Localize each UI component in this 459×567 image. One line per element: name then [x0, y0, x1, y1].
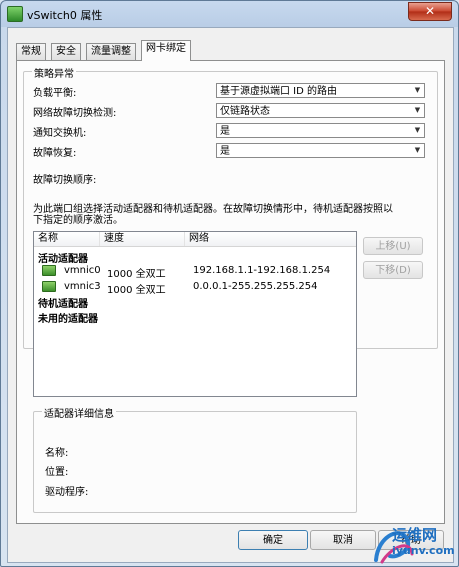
load-balancing-label: 负载平衡: [33, 88, 77, 99]
notify-switches-select[interactable]: 是 ▼ [216, 123, 425, 138]
properties-window: vSwitch0 属性 ✕ 常规 安全 流量调整 网卡绑定 策略异常 负载平衡:… [0, 0, 459, 567]
adapter-network: 0.0.0.1-255.255.255.254 [193, 281, 318, 292]
column-name[interactable]: 名称 [34, 232, 100, 246]
notify-switches-value: 是 [220, 126, 230, 137]
failover-detection-label: 网络故障切换检测: [33, 108, 117, 119]
failover-order-label: 故障切换顺序: [33, 175, 97, 186]
chevron-down-icon: ▼ [414, 106, 421, 114]
tab-panel-nic-teaming: 策略异常 负载平衡: 基于源虚拟端口 ID 的路由 ▼ 网络故障切换检测: 仅链… [16, 60, 445, 524]
nic-icon [42, 265, 56, 276]
failover-detection-select[interactable]: 仅链路状态 ▼ [216, 103, 425, 118]
nic-icon [42, 281, 56, 292]
adapter-network: 192.168.1.1-192.168.1.254 [193, 265, 331, 276]
unused-adapters-header: 未用的适配器 [38, 314, 98, 325]
adapter-name: vmnic3 [64, 281, 101, 292]
tab-traffic-shaping[interactable]: 流量调整 [86, 43, 136, 60]
chevron-down-icon: ▼ [414, 146, 421, 154]
policy-group-title: 策略异常 [32, 65, 76, 80]
detail-name-label: 名称: [45, 448, 69, 459]
adapter-name: vmnic0 [64, 265, 101, 276]
load-balancing-value: 基于源虚拟端口 ID 的路由 [220, 86, 338, 97]
title-bar[interactable]: vSwitch0 属性 ✕ [1, 1, 458, 25]
tab-general[interactable]: 常规 [16, 43, 46, 60]
close-button[interactable]: ✕ [408, 2, 452, 21]
vswitch-icon [7, 6, 23, 22]
notify-switches-label: 通知交换机: [33, 128, 87, 139]
adapter-row[interactable]: vmnic0 1000 全双工 192.168.1.1-192.168.1.25… [34, 264, 356, 280]
active-adapters-header: 活动适配器 [38, 254, 88, 265]
load-balancing-select[interactable]: 基于源虚拟端口 ID 的路由 ▼ [216, 83, 425, 98]
adapter-row[interactable]: vmnic3 1000 全双工 0.0.0.1-255.255.255.254 [34, 280, 356, 296]
move-up-button[interactable]: 上移(U) [363, 237, 423, 255]
adapter-speed: 1000 全双工 [107, 269, 166, 280]
chevron-down-icon: ▼ [414, 86, 421, 94]
move-down-button[interactable]: 下移(D) [363, 261, 423, 279]
chevron-down-icon: ▼ [414, 126, 421, 134]
failback-label: 故障恢复: [33, 148, 77, 159]
column-network[interactable]: 网络 [185, 232, 356, 246]
adapter-list-header: 名称 速度 网络 [34, 232, 356, 247]
failback-select[interactable]: 是 ▼ [216, 143, 425, 158]
dialog-body: 常规 安全 流量调整 网卡绑定 策略异常 负载平衡: 基于源虚拟端口 ID 的路… [7, 27, 454, 563]
standby-adapters-header: 待机适配器 [38, 299, 88, 310]
ok-button[interactable]: 确定 [238, 530, 308, 550]
adapter-speed: 1000 全双工 [107, 285, 166, 296]
tab-nic-teaming[interactable]: 网卡绑定 [141, 40, 191, 61]
cancel-button[interactable]: 取消 [310, 530, 376, 550]
adapter-list[interactable]: 名称 速度 网络 活动适配器 vmnic0 1000 全双工 192.168.1… [33, 231, 357, 397]
adapter-details-title: 适配器详细信息 [42, 405, 116, 420]
failover-detection-value: 仅链路状态 [220, 106, 270, 117]
failover-description-line2: 下指定的顺序激活。 [33, 215, 123, 226]
window-title: vSwitch0 属性 [27, 9, 103, 22]
tab-security[interactable]: 安全 [51, 43, 81, 60]
column-speed[interactable]: 速度 [100, 232, 185, 246]
failback-value: 是 [220, 146, 230, 157]
detail-driver-label: 驱动程序: [45, 487, 89, 498]
detail-location-label: 位置: [45, 467, 69, 478]
watermark-url: iyunv.com [392, 544, 455, 557]
watermark-text: 运维网 [392, 526, 438, 544]
